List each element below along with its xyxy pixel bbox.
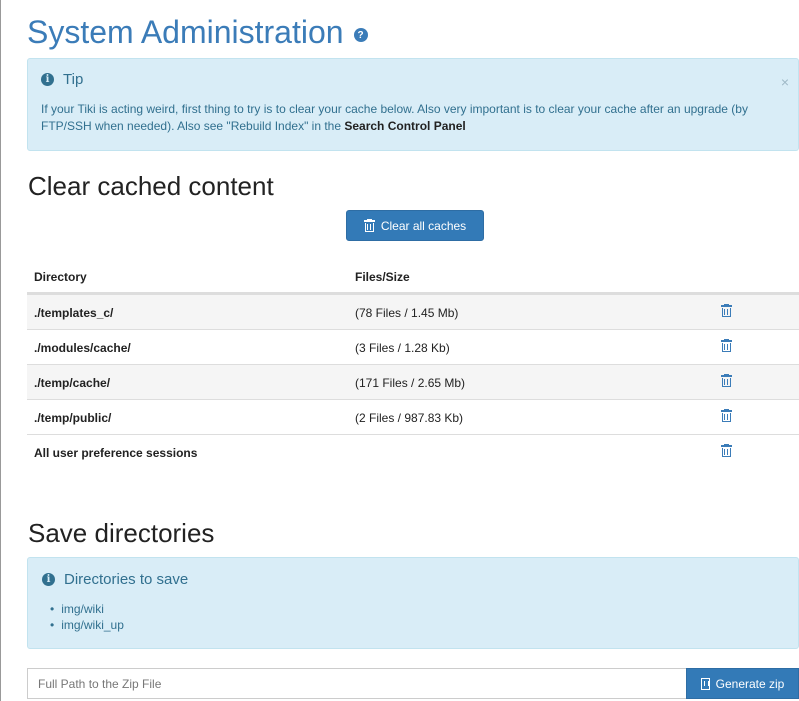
column-header-files-size: Files/Size [355,270,410,284]
help-icon[interactable]: ? [353,28,368,42]
size-cell: (171 Files / 2.65 Mb) [355,376,466,390]
directories-heading-row: i Directories to save [42,571,188,588]
delete-button[interactable] [721,304,732,320]
table-row: ./modules/cache/ (3 Files / 1.28 Kb) [27,329,799,364]
trash-icon [721,374,732,387]
size-cell: (78 Files / 1.45 Mb) [355,306,459,320]
directories-info-box: i Directories to save img/wiki img/wiki_… [27,557,799,649]
close-icon[interactable]: × [781,74,789,90]
window-left-border [0,0,1,701]
delete-button[interactable] [721,444,732,460]
trash-icon [721,339,732,352]
clear-all-caches-label: Clear all caches [380,218,467,233]
tip-text: If your Tiki is acting weird, first thin… [41,101,781,135]
directory-cell: ./temp/cache/ [34,376,111,390]
info-icon: i [42,573,55,586]
directories-list: img/wiki img/wiki_up [50,601,124,633]
cache-table: Directory Files/Size ./templates_c/ (78 … [27,259,799,469]
directory-cell: ./temp/public/ [34,411,112,425]
trash-icon [363,219,375,232]
delete-button[interactable] [721,409,732,425]
tip-alert: i Tip × If your Tiki is acting weird, fi… [27,58,799,151]
size-cell: (2 Files / 987.83 Kb) [355,411,464,425]
directory-cell: ./templates_c/ [34,306,114,320]
page-title: System Administration [27,14,344,50]
directory-cell: All user preference sessions [34,446,198,460]
search-control-panel-link[interactable]: Search Control Panel [344,119,465,133]
delete-button[interactable] [721,339,732,355]
generate-zip-label: Generate zip [715,676,785,691]
generate-zip-button[interactable]: Generate zip [686,668,799,699]
page-header: System Administration ? [27,14,368,50]
tip-heading: Tip [63,71,84,88]
save-directories-heading: Save directories [28,518,215,548]
trash-icon [721,304,732,317]
file-zip-icon [700,677,710,690]
list-item: img/wiki [50,601,124,617]
tip-heading-row: i Tip [41,71,83,88]
list-item: img/wiki_up [50,617,124,633]
size-cell: (3 Files / 1.28 Kb) [355,341,450,355]
info-icon: i [41,73,54,86]
trash-icon [721,409,732,422]
directory-cell: ./modules/cache/ [34,341,131,355]
column-header-directory: Directory [34,270,87,284]
delete-button[interactable] [721,374,732,390]
table-header: Directory Files/Size [27,259,799,294]
table-row: ./temp/cache/ (171 Files / 2.65 Mb) [27,364,799,399]
clear-all-caches-button[interactable]: Clear all caches [346,210,484,241]
clear-cache-heading: Clear cached content [28,171,274,201]
table-row: All user preference sessions [27,434,799,469]
trash-icon [721,444,732,457]
directories-heading: Directories to save [64,571,189,588]
zip-path-input[interactable] [27,668,686,699]
table-row: ./templates_c/ (78 Files / 1.45 Mb) [27,294,799,329]
table-row: ./temp/public/ (2 Files / 987.83 Kb) [27,399,799,434]
